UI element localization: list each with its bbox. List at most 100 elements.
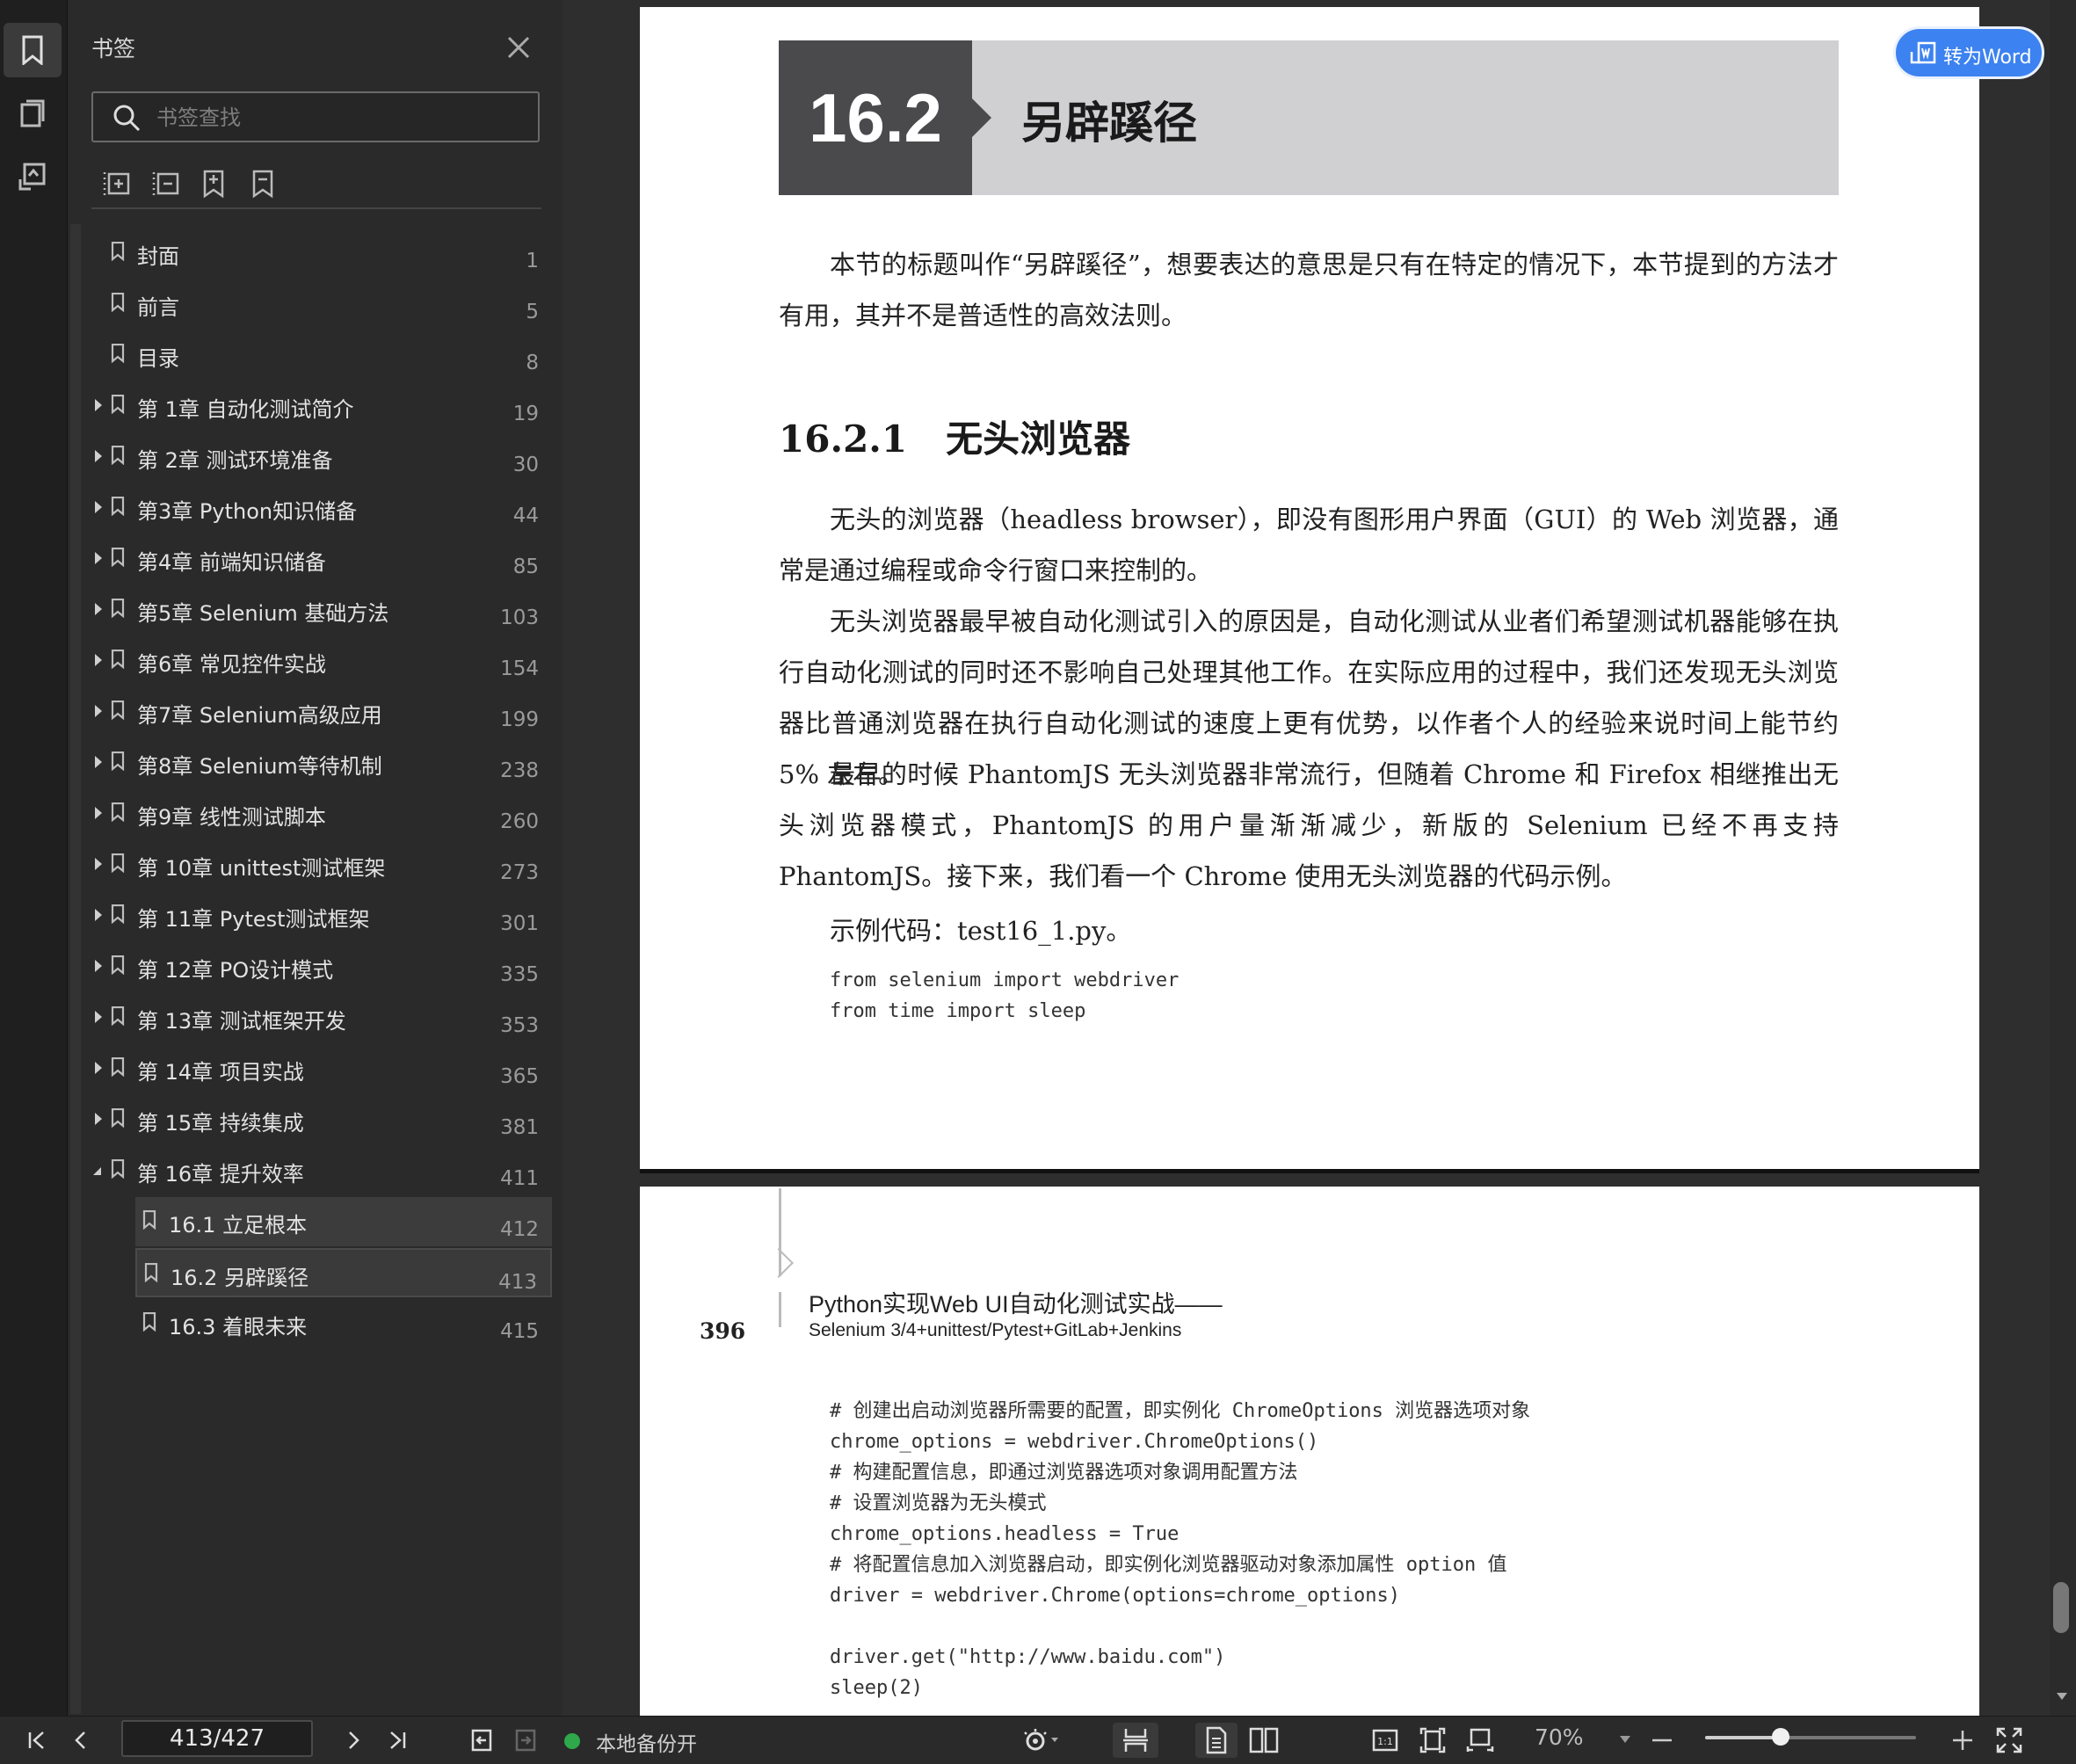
bookmark-item[interactable]: 第 2章 测试环境准备 30 bbox=[88, 432, 552, 482]
bookmark-item[interactable]: 第 1章 自动化测试简介 19 bbox=[88, 381, 552, 431]
bookmark-item[interactable]: 前言 5 bbox=[88, 279, 552, 329]
code-line: from time import sleep bbox=[830, 1000, 1086, 1022]
bookmark-panel-button[interactable] bbox=[4, 23, 62, 77]
back-icon bbox=[471, 1729, 492, 1752]
double-page-icon bbox=[1249, 1727, 1279, 1753]
remove-bookmark-button[interactable] bbox=[248, 169, 278, 199]
single-page-button[interactable] bbox=[1195, 1723, 1238, 1758]
eye-protection-button[interactable] bbox=[1016, 1723, 1065, 1758]
bookmark-icon bbox=[111, 1107, 125, 1129]
caret-right-icon[interactable] bbox=[95, 1113, 102, 1125]
expand-all-button[interactable] bbox=[102, 169, 132, 199]
bookmark-item[interactable]: 16.3 着眼未来 415 bbox=[135, 1299, 552, 1348]
caret-right-icon[interactable] bbox=[95, 603, 102, 615]
section-title: 无头浏览器 bbox=[946, 417, 1131, 461]
bookmark-page-number: 353 bbox=[500, 1014, 539, 1037]
go-forward-button[interactable] bbox=[508, 1723, 543, 1758]
caret-right-icon[interactable] bbox=[95, 552, 102, 564]
code-line: # 将配置信息加入浏览器启动，即实例化浏览器驱动对象添加属性 option 值 bbox=[830, 1554, 1507, 1576]
intro-paragraph: 本节的标题叫作“另辟蹊径”，想要表达的意思是只有在特定的情况下，本节提到的方法才… bbox=[779, 250, 1839, 330]
zoom-dropdown-icon[interactable] bbox=[1619, 1735, 1631, 1744]
scroll-down-icon[interactable] bbox=[2055, 1691, 2069, 1702]
paragraph-headless-definition: 无头的浏览器（headless browser），即没有图形用户界面（GUI）的… bbox=[779, 505, 1839, 585]
bookmark-item[interactable]: 第 11章 Pytest测试框架 301 bbox=[88, 891, 552, 940]
thumbnail-panel-button[interactable] bbox=[4, 86, 62, 141]
next-page-button[interactable] bbox=[336, 1723, 371, 1758]
bookmark-item[interactable]: 第3章 Python知识储备 44 bbox=[88, 483, 552, 533]
fit-width-button[interactable] bbox=[1459, 1723, 1501, 1758]
document-scrollbar[interactable] bbox=[2050, 0, 2076, 1716]
caret-right-icon[interactable] bbox=[95, 960, 102, 972]
bookmark-icon bbox=[111, 445, 125, 466]
bookmark-item[interactable]: 封面 1 bbox=[88, 229, 552, 278]
bookmark-item[interactable]: 第 14章 项目实战 365 bbox=[88, 1044, 552, 1093]
bookmark-item[interactable]: 第 10章 unittest测试框架 273 bbox=[88, 840, 552, 889]
eye-icon bbox=[1024, 1729, 1058, 1751]
caret-right-icon[interactable] bbox=[95, 450, 102, 462]
code-line: chrome_options.headless = True bbox=[830, 1523, 1180, 1545]
caret-right-icon[interactable] bbox=[95, 1011, 102, 1023]
caret-down-icon[interactable] bbox=[93, 1167, 101, 1175]
collapse-all-button[interactable] bbox=[151, 169, 181, 199]
fit-page-button[interactable] bbox=[1412, 1723, 1454, 1758]
caret-right-icon[interactable] bbox=[95, 399, 102, 411]
bookmark-label: 第 10章 unittest测试框架 bbox=[137, 856, 386, 881]
bookmark-item[interactable]: 第7章 Selenium高级应用 199 bbox=[88, 687, 552, 737]
last-page-button[interactable] bbox=[380, 1723, 415, 1758]
bookmark-label: 第 13章 测试框架开发 bbox=[137, 1009, 346, 1034]
caret-right-icon[interactable] bbox=[95, 858, 102, 870]
bookmark-search-input[interactable] bbox=[155, 93, 527, 142]
first-page-icon bbox=[28, 1731, 44, 1749]
caret-right-icon[interactable] bbox=[95, 1062, 102, 1074]
bookmark-item[interactable]: 第 15章 持续集成 381 bbox=[88, 1095, 552, 1144]
bookmark-icon bbox=[111, 1005, 125, 1027]
bookmark-item[interactable]: 第6章 常见控件实战 154 bbox=[88, 636, 552, 686]
zoom-level[interactable]: 70% bbox=[1535, 1724, 1584, 1750]
caret-right-icon[interactable] bbox=[95, 909, 102, 921]
bookmark-item[interactable]: 第 16章 提升效率 411 bbox=[88, 1146, 552, 1195]
page-number-input[interactable] bbox=[121, 1720, 313, 1757]
actual-size-button[interactable]: 1:1 bbox=[1364, 1723, 1406, 1758]
bookmark-page-number: 365 bbox=[500, 1065, 539, 1088]
caret-right-icon[interactable] bbox=[95, 501, 102, 513]
bookmark-icon bbox=[111, 241, 125, 262]
bookmark-item[interactable]: 第8章 Selenium等待机制 238 bbox=[88, 738, 552, 788]
continuous-scroll-button[interactable] bbox=[1113, 1723, 1158, 1758]
close-sidebar-button[interactable] bbox=[506, 35, 531, 60]
first-page-button[interactable] bbox=[19, 1723, 54, 1758]
bookmark-label: 第 2章 测试环境准备 bbox=[137, 448, 333, 473]
zoom-in-button[interactable] bbox=[1949, 1723, 1976, 1758]
bookmark-page-number: 260 bbox=[500, 810, 539, 833]
code-line: # 构建配置信息，即通过浏览器选项对象调用配置方法 bbox=[830, 1462, 1298, 1484]
annotation-panel-button[interactable] bbox=[4, 149, 62, 204]
add-bookmark-button[interactable] bbox=[199, 169, 229, 199]
sidebar-scrollbar[interactable] bbox=[70, 224, 81, 1714]
bookmark-page-number: 44 bbox=[512, 505, 539, 527]
convert-to-word-button[interactable]: 转为Word bbox=[1893, 26, 2044, 79]
bookmark-item[interactable]: 第9章 线性测试脚本 260 bbox=[88, 789, 552, 838]
bookmark-add-icon bbox=[203, 170, 224, 199]
bookmark-item[interactable]: 目录 8 bbox=[88, 330, 552, 380]
bookmark-item[interactable]: 第 13章 测试框架开发 353 bbox=[88, 993, 552, 1042]
backup-status-label[interactable]: 本地备份开 bbox=[596, 1727, 697, 1757]
fullscreen-button[interactable] bbox=[1992, 1723, 2027, 1758]
caret-right-icon[interactable] bbox=[95, 705, 102, 717]
svg-text:1:1: 1:1 bbox=[1377, 1736, 1393, 1747]
caret-right-icon[interactable] bbox=[95, 807, 102, 819]
bookmark-item[interactable]: 16.2 另辟蹊径 413 bbox=[135, 1248, 552, 1297]
zoom-out-button[interactable] bbox=[1649, 1723, 1675, 1758]
document-scrollbar-thumb[interactable] bbox=[2053, 1582, 2069, 1633]
bookmark-item[interactable]: 16.1 立足根本 412 bbox=[135, 1197, 552, 1246]
bookmark-search-box bbox=[91, 91, 540, 142]
bookmark-page-number: 30 bbox=[512, 454, 539, 476]
caret-right-icon[interactable] bbox=[95, 756, 102, 768]
double-page-button[interactable] bbox=[1243, 1723, 1285, 1758]
go-back-button[interactable] bbox=[464, 1723, 499, 1758]
previous-page-button[interactable] bbox=[63, 1723, 98, 1758]
bookmark-label: 第 11章 Pytest测试框架 bbox=[137, 907, 370, 932]
bookmark-item[interactable]: 第5章 Selenium 基础方法 103 bbox=[88, 585, 552, 635]
bookmark-label: 第4章 前端知识储备 bbox=[137, 550, 326, 575]
caret-right-icon[interactable] bbox=[95, 654, 102, 666]
bookmark-item[interactable]: 第 12章 PO设计模式 335 bbox=[88, 942, 552, 991]
bookmark-item[interactable]: 第4章 前端知识储备 85 bbox=[88, 534, 552, 584]
